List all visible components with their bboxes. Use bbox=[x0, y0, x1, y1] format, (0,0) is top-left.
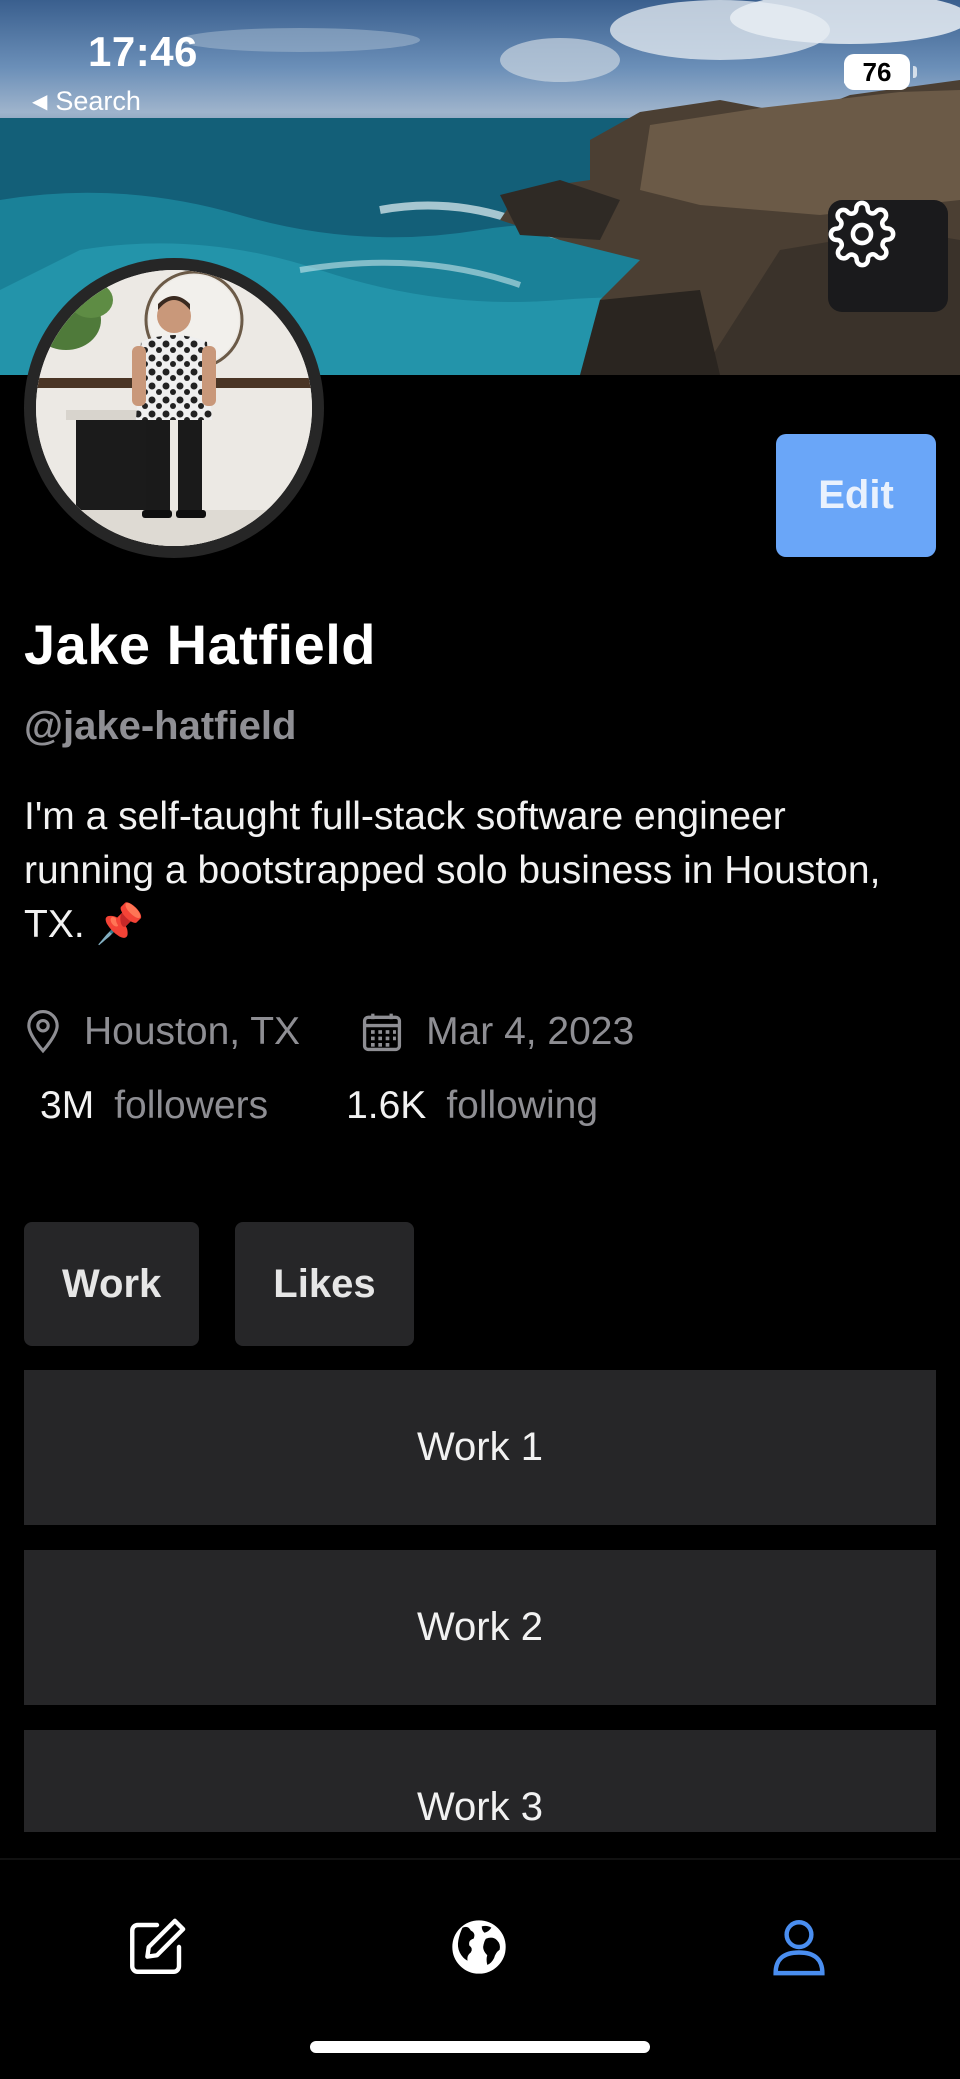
back-label: Search bbox=[55, 86, 141, 116]
profile-screen: 17:46 ◀ Search 76 Edit Jake Hatfield @ja… bbox=[0, 0, 960, 2079]
work-list: Work 1 Work 2 Work 3 bbox=[24, 1370, 936, 1832]
following-link[interactable]: 1.6K following bbox=[346, 1084, 598, 1128]
settings-button[interactable] bbox=[828, 200, 948, 312]
following-count: 1.6K bbox=[346, 1084, 427, 1127]
location-item: Houston, TX bbox=[24, 1010, 300, 1054]
calendar-icon bbox=[362, 1013, 402, 1052]
work-item-2[interactable]: Work 2 bbox=[24, 1550, 936, 1705]
tab-work[interactable]: Work bbox=[24, 1222, 200, 1346]
following-label: following bbox=[446, 1084, 599, 1127]
explore-tab[interactable] bbox=[444, 1912, 514, 1982]
profile-handle: @jake-hatfield bbox=[24, 704, 297, 748]
battery-icon: 76 bbox=[844, 54, 917, 90]
gear-icon bbox=[828, 200, 896, 268]
followers-link[interactable]: 3M followers bbox=[40, 1084, 268, 1128]
home-indicator bbox=[310, 2041, 650, 2053]
joined-item: Mar 4, 2023 bbox=[360, 1010, 634, 1054]
followers-label: followers bbox=[114, 1084, 269, 1127]
work-item-3[interactable]: Work 3 bbox=[24, 1730, 936, 1832]
work-item-1[interactable]: Work 1 bbox=[24, 1370, 936, 1525]
back-arrow-icon: ◀ bbox=[32, 91, 48, 113]
followers-count: 3M bbox=[40, 1084, 95, 1127]
bottom-tab-bar bbox=[0, 1858, 960, 2079]
back-to-search-link[interactable]: ◀ Search bbox=[32, 86, 141, 117]
location-pin-icon bbox=[27, 1010, 59, 1054]
avatar-photo bbox=[36, 270, 312, 546]
profile-icon bbox=[773, 1920, 825, 1976]
status-indicators: 76 bbox=[844, 54, 917, 90]
globe-icon bbox=[450, 1918, 508, 1976]
profile-tabs: Work Likes bbox=[24, 1222, 414, 1346]
profile-bio: I'm a self-taught full-stack software en… bbox=[24, 795, 881, 946]
tab-likes[interactable]: Likes bbox=[235, 1222, 414, 1346]
compose-tab[interactable] bbox=[122, 1912, 192, 1982]
location-text: Houston, TX bbox=[84, 1010, 301, 1053]
avatar[interactable] bbox=[24, 258, 324, 558]
edit-profile-button[interactable]: Edit bbox=[776, 434, 936, 557]
status-time: 17:46 bbox=[88, 28, 198, 75]
profile-tab[interactable] bbox=[764, 1912, 834, 1982]
profile-meta: Houston, TX Mar 4, 2023 bbox=[24, 1010, 634, 1054]
compose-icon bbox=[130, 1918, 186, 1974]
follow-stats: 3M followers 1.6K following bbox=[40, 1084, 598, 1128]
profile-name: Jake Hatfield bbox=[24, 613, 376, 676]
joined-date-text: Mar 4, 2023 bbox=[426, 1010, 635, 1053]
